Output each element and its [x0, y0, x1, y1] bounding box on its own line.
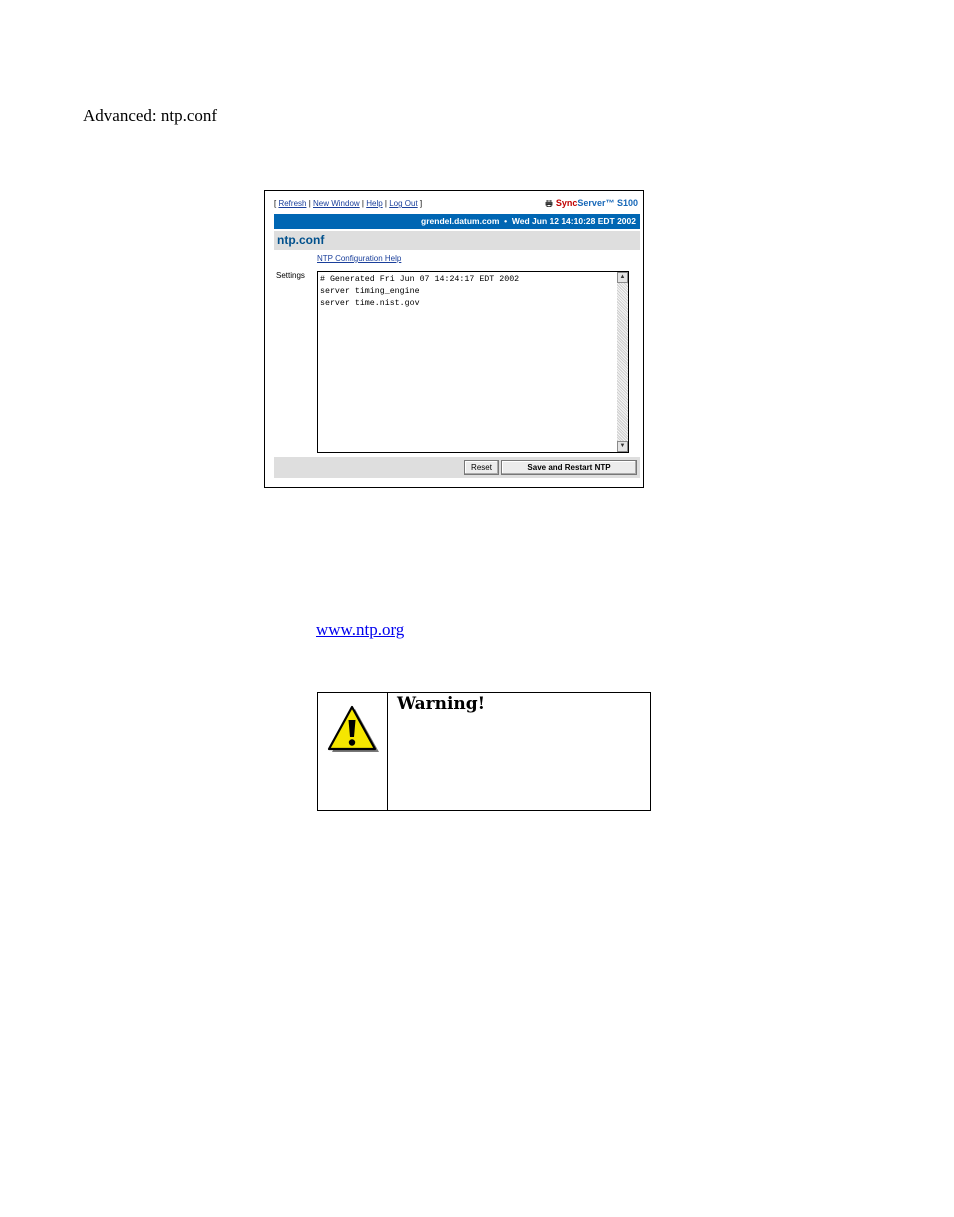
brand-model: S100 [616, 198, 638, 208]
help-link[interactable]: Help [366, 199, 382, 208]
button-bar: Reset Save and Restart NTP [274, 457, 640, 478]
ntp-org-link[interactable]: www.ntp.org [316, 620, 404, 640]
reset-button[interactable]: Reset [464, 460, 499, 475]
brand-server: Server™ [577, 198, 615, 208]
save-and-restart-button[interactable]: Save and Restart NTP [501, 460, 637, 475]
scroll-up-icon[interactable]: ▲ [617, 272, 628, 283]
settings-text[interactable]: # Generated Fri Jun 07 14:24:17 EDT 2002… [320, 274, 519, 310]
settings-scrollbar[interactable]: ▲ ▼ [617, 272, 628, 452]
refresh-link[interactable]: Refresh [278, 199, 306, 208]
status-separator: • [504, 216, 508, 226]
scroll-down-icon[interactable]: ▼ [617, 441, 628, 452]
warning-divider [387, 693, 388, 810]
brand-logo: SyncServer™ S100 [545, 198, 638, 208]
status-bar: grendel.datum.com • Wed Jun 12 14:10:28 … [274, 214, 640, 229]
new-window-link[interactable]: New Window [313, 199, 360, 208]
ntp-conf-screenshot: [ Refresh | New Window | Help | Log Out … [264, 190, 644, 488]
settings-textarea[interactable]: # Generated Fri Jun 07 14:24:17 EDT 2002… [317, 271, 629, 453]
printer-icon[interactable] [545, 200, 553, 207]
page-title: ntp.conf [277, 233, 325, 247]
host-name: grendel.datum.com [421, 216, 500, 226]
top-nav: [ Refresh | New Window | Help | Log Out … [274, 199, 423, 208]
log-out-link[interactable]: Log Out [389, 199, 417, 208]
settings-label: Settings [276, 271, 305, 280]
title-bar: ntp.conf [274, 231, 640, 250]
status-datetime: Wed Jun 12 14:10:28 EDT 2002 [511, 216, 636, 226]
page-heading: Advanced: ntp.conf [83, 106, 218, 125]
warning-box: Warning! [317, 692, 651, 811]
warning-triangle-icon [327, 705, 379, 752]
brand-sync: Sync [555, 198, 578, 208]
ntp-config-help-link[interactable]: NTP Configuration Help [317, 254, 401, 263]
warning-title: Warning! [397, 694, 486, 714]
